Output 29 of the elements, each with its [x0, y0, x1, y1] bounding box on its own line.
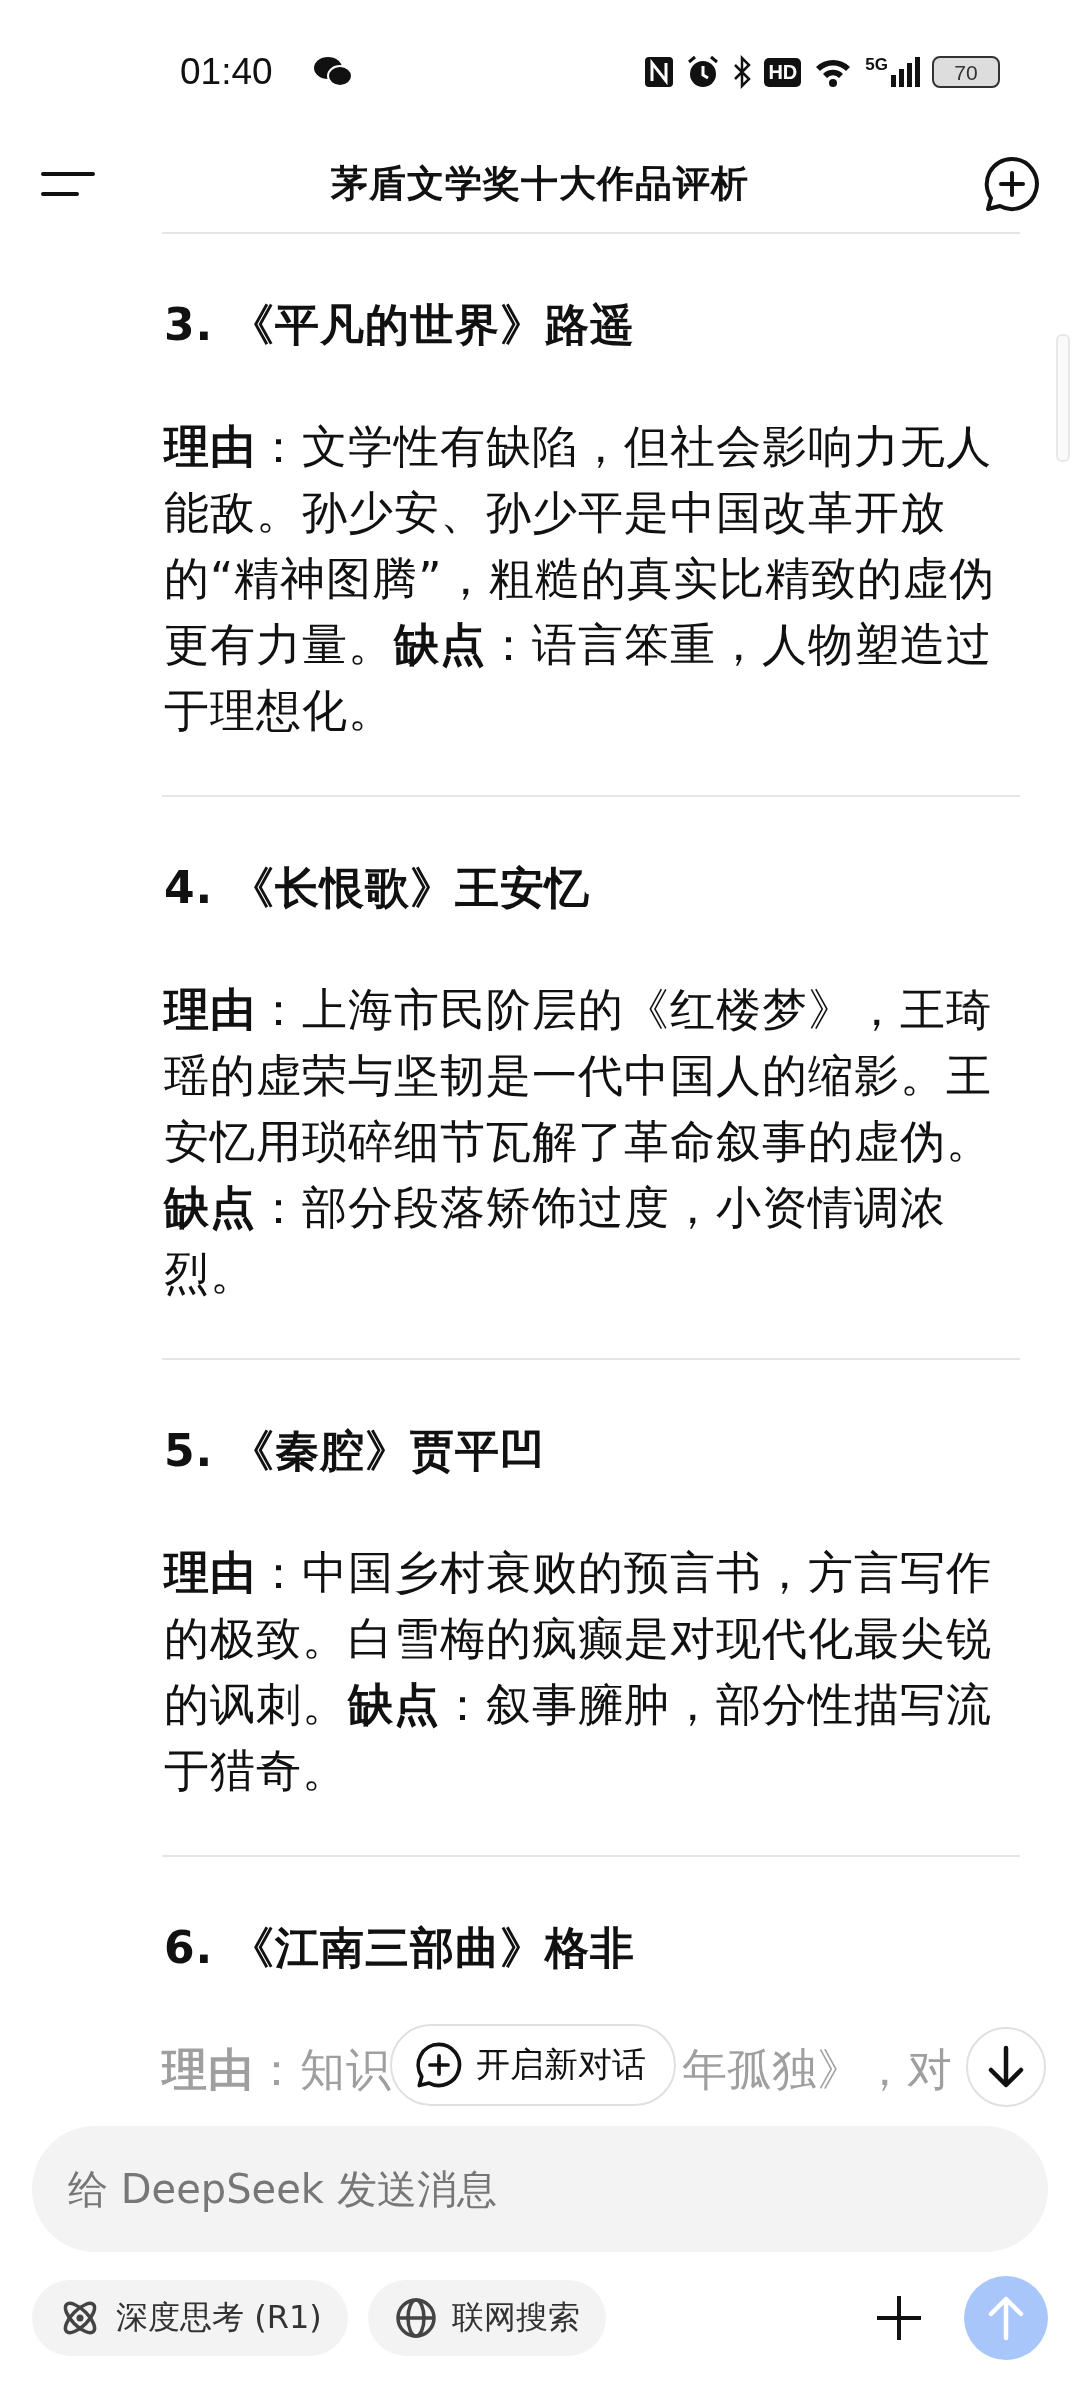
- paragraph: 理由：上海市民阶层的《红楼梦》，王琦瑶的虚荣与坚韧是一代中国人的缩影。王安忆用琐碎细节瓦解了革命叙事的虚伪。缺点：部分段落矫饰过度，小资情调浓烈。: [164, 982, 993, 1302]
- signal-bars-icon: [890, 55, 920, 89]
- clock-time: 01:40: [180, 51, 273, 93]
- toggle-chip[interactable]: 深度思考 (R1): [32, 2280, 348, 2356]
- menu-icon[interactable]: [40, 169, 96, 199]
- network-label: 5G: [865, 55, 888, 75]
- plus-icon[interactable]: [874, 2293, 924, 2343]
- paragraph: 理由：知识: [162, 2042, 392, 2098]
- paragraph: 理由：文学性有缺陷，但社会影响力无人能敌。孙少安、孙少平是中国改革开放的“精神图腾”，粗糙的真实比精致的虚伪更有力量。缺点：语言笨重，人物塑造过于理想化。: [164, 419, 996, 739]
- nfc-icon: [644, 55, 675, 89]
- paragraph: 年孤独》，对: [682, 2042, 952, 2098]
- chat-title: 茅盾文学奖十大作品评析: [331, 161, 749, 207]
- new-chat-icon: [416, 2042, 462, 2088]
- section-heading: 6. 《江南三部曲》格非: [164, 1921, 636, 1975]
- new-chat-button[interactable]: 开启新对话: [390, 2024, 676, 2106]
- up-arrow-icon: [986, 2295, 1026, 2341]
- new-chat-icon[interactable]: [984, 156, 1040, 212]
- section-heading: 5. 《秦腔》贾平凹: [164, 1424, 546, 1478]
- bluetooth-icon: [732, 55, 753, 89]
- hd-badge: HD: [764, 57, 802, 87]
- battery-indicator: 70: [932, 56, 1000, 88]
- down-arrow-icon: [986, 2045, 1026, 2089]
- globe-icon: [393, 2296, 438, 2340]
- message-field[interactable]: 给 DeepSeek 发送消息: [32, 2126, 1048, 2252]
- section-heading: 3. 《平凡的世界》路遥: [164, 298, 636, 352]
- alarm-clock-icon: [686, 55, 721, 89]
- toggle-chip[interactable]: 联网搜索: [367, 2280, 606, 2356]
- section-heading: 4. 《长恨歌》王安忆: [164, 861, 591, 915]
- paragraph: 理由：中国乡村衰败的预言书，方言写作的极致。白雪梅的疯癫是对现代化最尖锐的讽刺。缺点：叙事臃肿，部分性描写流于猎奇。: [164, 1545, 993, 1799]
